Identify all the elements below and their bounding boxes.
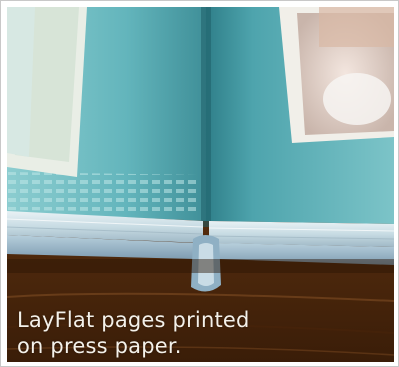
caption-line-1: LayFlat pages printed	[17, 308, 250, 332]
caption: LayFlat pages printed on press paper.	[17, 307, 377, 359]
caption-line-2: on press paper.	[17, 334, 182, 358]
image-frame: LayFlat pages printed on press paper.	[0, 0, 399, 367]
